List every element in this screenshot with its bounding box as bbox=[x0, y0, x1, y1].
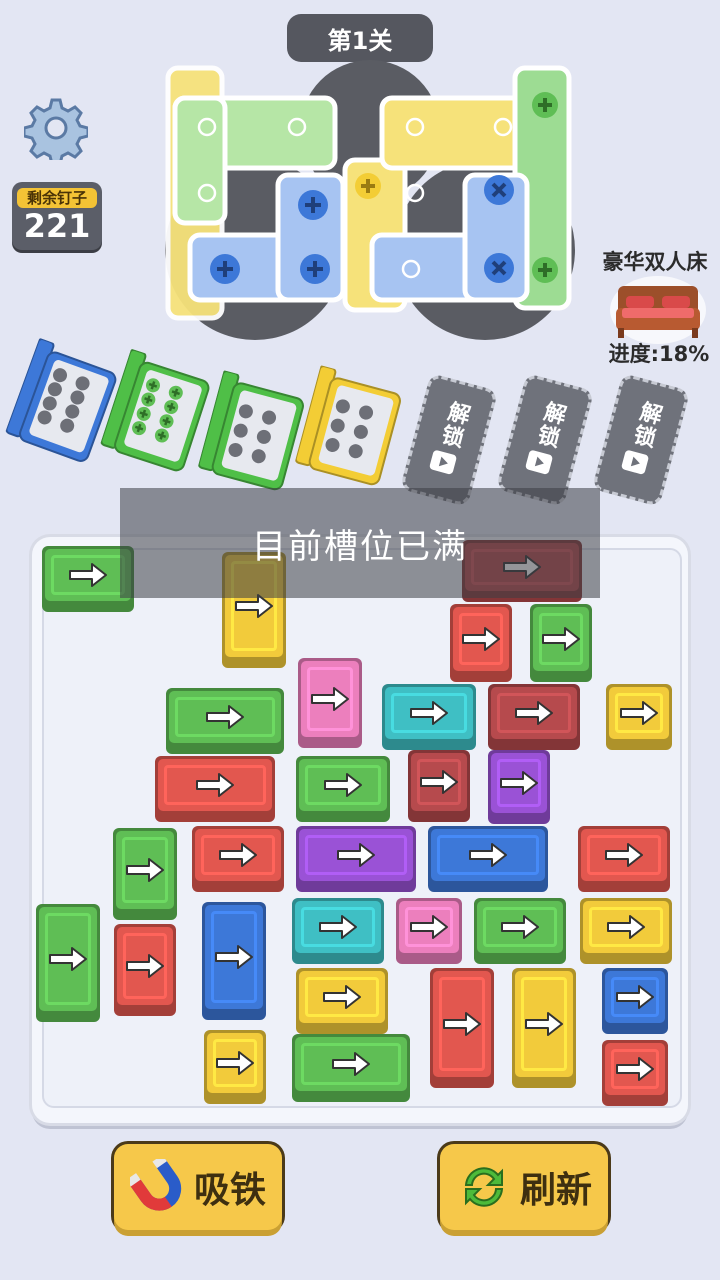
crate-red-left[interactable] bbox=[155, 756, 275, 822]
arrow-left-icon bbox=[323, 985, 361, 1009]
arrow-left-icon bbox=[196, 773, 234, 797]
crate-purple-up[interactable] bbox=[488, 750, 550, 824]
screws-remaining-panel: 剩余钉子 221 bbox=[12, 182, 102, 250]
crate-green-down[interactable] bbox=[113, 828, 177, 920]
arrow-left-icon bbox=[69, 563, 107, 587]
arrow-left-icon bbox=[319, 915, 357, 939]
crate-red-down[interactable] bbox=[114, 924, 176, 1016]
crate-yellow-right[interactable] bbox=[606, 684, 672, 750]
arrow-right-icon bbox=[501, 915, 539, 939]
crate-red-right[interactable] bbox=[602, 1040, 668, 1106]
arrow-right-icon bbox=[616, 1057, 654, 1081]
crate-red-up[interactable] bbox=[450, 604, 512, 682]
arrow-right-icon bbox=[616, 985, 654, 1009]
locked-slot-label: 解锁 bbox=[435, 398, 472, 452]
crate-blue-right[interactable] bbox=[602, 968, 668, 1034]
arrow-left-icon bbox=[337, 843, 375, 867]
locked-slot-label: 解锁 bbox=[627, 398, 664, 452]
arrow-up-icon bbox=[500, 771, 538, 795]
refresh-button-label: 刷新 bbox=[519, 1170, 592, 1211]
arrow-right-icon bbox=[607, 915, 645, 939]
magnet-button-label: 吸铁 bbox=[193, 1170, 266, 1211]
settings-button[interactable] bbox=[22, 96, 90, 166]
magnet-button[interactable]: 吸铁 bbox=[114, 1144, 282, 1230]
crate-green-left[interactable] bbox=[166, 688, 284, 754]
crate-yellow-left[interactable] bbox=[296, 968, 388, 1034]
crate-darkred-up[interactable] bbox=[408, 750, 470, 822]
crate-green-left[interactable] bbox=[296, 756, 390, 822]
crate-green-down[interactable] bbox=[36, 904, 100, 1022]
locked-slot-3[interactable]: 解锁 bbox=[591, 372, 691, 508]
screw-box-4 bbox=[292, 365, 407, 495]
arrow-down-icon bbox=[311, 687, 349, 711]
screw-box-3 bbox=[195, 370, 310, 500]
slots-full-toast: 目前槽位已满 bbox=[120, 488, 600, 598]
arrow-up-icon bbox=[542, 627, 580, 651]
locked-slot-2[interactable]: 解锁 bbox=[495, 372, 595, 508]
arrow-down-icon bbox=[126, 954, 164, 978]
crate-green-left[interactable] bbox=[292, 1034, 410, 1102]
video-ad-icon bbox=[522, 448, 554, 482]
arrow-down-icon bbox=[126, 858, 164, 882]
crate-red-left[interactable] bbox=[192, 826, 284, 892]
crate-blue-down[interactable] bbox=[202, 902, 266, 1020]
arrow-left-icon bbox=[324, 773, 362, 797]
screw-puzzle-board[interactable] bbox=[160, 40, 580, 340]
arrow-down-icon bbox=[443, 1012, 481, 1036]
crate-red-down[interactable] bbox=[430, 968, 494, 1088]
slot-row: 解锁 解锁 解锁 bbox=[0, 330, 720, 510]
crate-teal-left[interactable] bbox=[292, 898, 384, 964]
locked-slot-1[interactable]: 解锁 bbox=[399, 372, 499, 508]
crate-green-up[interactable] bbox=[530, 604, 592, 682]
screws-remaining-count: 221 bbox=[23, 207, 91, 245]
arrow-left-icon bbox=[410, 701, 448, 725]
locked-slot-label: 解锁 bbox=[531, 398, 568, 452]
arrow-left-icon bbox=[219, 843, 257, 867]
video-ad-icon bbox=[618, 448, 650, 482]
arrow-down-icon bbox=[49, 947, 87, 971]
refresh-icon bbox=[464, 1167, 504, 1207]
crate-red-right[interactable] bbox=[578, 826, 670, 892]
crate-yellow-right[interactable] bbox=[580, 898, 672, 964]
crate-yellow-down[interactable] bbox=[204, 1030, 266, 1104]
gear-icon bbox=[22, 98, 90, 166]
crate-purple-left[interactable] bbox=[296, 826, 416, 892]
arrow-left-icon bbox=[332, 1052, 370, 1076]
crate-pink-right[interactable] bbox=[396, 898, 462, 964]
arrow-down-icon bbox=[525, 1012, 563, 1036]
arrow-left-icon bbox=[206, 705, 244, 729]
arrow-down-icon bbox=[215, 945, 253, 969]
arrow-down-icon bbox=[216, 1051, 254, 1075]
arrow-right-icon bbox=[620, 701, 658, 725]
crate-blue-right[interactable] bbox=[428, 826, 548, 892]
crate-darkred-left[interactable] bbox=[488, 684, 580, 750]
arrow-up-icon bbox=[420, 770, 458, 794]
crate-teal-left[interactable] bbox=[382, 684, 476, 750]
screws-remaining-label: 剩余钉子 bbox=[17, 188, 97, 208]
crate-yellow-down[interactable] bbox=[512, 968, 576, 1088]
arrow-right-icon bbox=[410, 915, 448, 939]
arrow-up-icon bbox=[462, 627, 500, 651]
magnet-icon bbox=[129, 1159, 182, 1211]
refresh-button[interactable]: 刷新 bbox=[440, 1144, 608, 1230]
crate-green-right[interactable] bbox=[474, 898, 566, 964]
arrow-right-icon bbox=[469, 843, 507, 867]
video-ad-icon bbox=[426, 448, 458, 482]
arrow-right-icon bbox=[605, 843, 643, 867]
arrow-left-icon bbox=[515, 701, 553, 725]
crate-pink-down[interactable] bbox=[298, 658, 362, 748]
